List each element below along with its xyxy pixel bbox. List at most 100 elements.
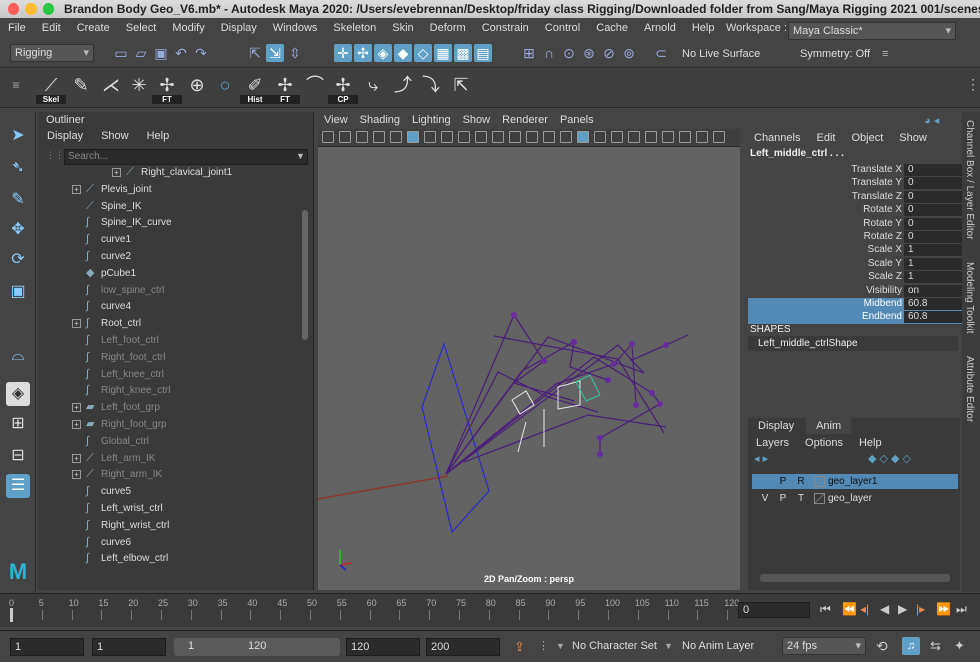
shelf-menu-icon[interactable]: ≡ (8, 74, 24, 104)
constraint-button[interactable]: ⤷ (358, 74, 388, 104)
menu-cache[interactable]: Cache (588, 22, 636, 34)
channel-row[interactable]: Rotate Z0 (748, 231, 962, 244)
single-view-icon[interactable]: ◈ (6, 382, 30, 406)
channel-value-field[interactable]: 60.8 (904, 311, 962, 324)
layer-row[interactable]: V P Tgeo_layer (752, 491, 958, 506)
fps-dropdown[interactable]: 24 fps (782, 637, 866, 655)
smooth-shade-icon[interactable] (560, 131, 572, 143)
channel-name[interactable]: Visibility (866, 285, 902, 296)
snap-grid-icon[interactable]: ⊞ (520, 44, 538, 62)
outliner-item[interactable]: ∫ curve1 (52, 231, 312, 248)
tab-modeling-toolkit[interactable]: Modeling Toolkit (964, 262, 975, 334)
channel-row[interactable]: Scale X1 (748, 244, 962, 257)
select-rendering-icon[interactable]: ▩ (454, 44, 472, 62)
go-to-end-icon[interactable]: ⏭ (956, 602, 967, 617)
select-surface-icon[interactable]: ◆ (394, 44, 412, 62)
camera-attr-icon[interactable] (322, 131, 334, 143)
playback-toggle[interactable]: P (776, 474, 790, 489)
channel-value-field[interactable]: 0 (904, 190, 962, 203)
outliner-scrollbar[interactable] (302, 210, 308, 340)
expand-icon[interactable]: + (72, 319, 81, 329)
ao-icon[interactable] (679, 131, 691, 143)
move-tool-icon[interactable]: ✥ (6, 218, 30, 242)
zoom-window-button[interactable] (42, 3, 55, 15)
select-dynamics-icon[interactable]: ▦ (434, 44, 452, 62)
select-misc-icon[interactable]: ▤ (474, 44, 492, 62)
channel-row[interactable]: Rotate Y0 (748, 217, 962, 231)
outliner-item[interactable]: + ⟋ Plevis_joint (52, 181, 312, 198)
outliner-menu-help[interactable]: Help (138, 128, 179, 144)
channel-name[interactable]: Scale X (868, 244, 902, 255)
channel-name[interactable]: Midbend (864, 298, 902, 309)
textured-icon[interactable] (577, 131, 589, 143)
menu-constrain[interactable]: Constrain (474, 22, 537, 34)
menu-help[interactable]: Help (684, 22, 723, 34)
selected-object-name[interactable]: Left_middle_ctrl . . . (750, 148, 844, 159)
outliner-tree[interactable]: + ⟋ Right_clavical_joint1 + ⟋ Plevis_joint ⟋ Sp… (52, 164, 312, 584)
scale-tool-icon[interactable]: ▣ (6, 280, 30, 304)
outliner-layout-icon[interactable]: ☰ (6, 474, 30, 498)
viewport-menu-panels[interactable]: Panels (554, 112, 600, 129)
menu-file[interactable]: File (0, 22, 34, 34)
expand-icon[interactable]: + (112, 168, 121, 177)
isolate-icon[interactable] (628, 131, 640, 143)
step-back-key-icon[interactable]: ⏪ (842, 602, 857, 616)
channel-row[interactable]: Scale Y1 (748, 257, 962, 271)
magnet-icon[interactable]: ⊂ (652, 44, 670, 62)
channel-row[interactable]: Visibility on (748, 284, 962, 298)
auto-key-icon[interactable]: ⇪ (514, 639, 525, 655)
display-type-toggle[interactable]: R (794, 474, 808, 489)
expand-icon[interactable]: + (72, 453, 81, 463)
character-set-dropdown-icon[interactable]: ▼ (556, 641, 565, 651)
select-deformer-icon[interactable]: ◇ (414, 44, 432, 62)
channel-row[interactable]: Scale Z1 (748, 271, 962, 284)
view-options-icon[interactable]: ≡ (882, 48, 888, 60)
outliner-item[interactable]: ∫ low_spine_ctrl (52, 282, 312, 299)
layer-name[interactable]: geo_layer (828, 491, 872, 506)
outliner-item[interactable]: ∫ curve2 (52, 248, 312, 265)
symmetry-label[interactable]: Symmetry: Off (800, 48, 870, 60)
freeze-transforms-button-2[interactable]: ✢ FT (270, 74, 300, 104)
outliner-item[interactable]: ∫ curve6 (52, 534, 312, 551)
channel-value-field[interactable]: 1 (904, 271, 962, 284)
range-bar[interactable]: 1 120 (174, 638, 340, 656)
select-handle-icon[interactable]: ✛ (334, 44, 352, 62)
key-options-icon[interactable]: ⋮ (538, 639, 549, 652)
redo-icon[interactable]: ↷ (192, 44, 210, 62)
select-by-object-icon[interactable]: ⇲ (266, 44, 284, 62)
outliner-item[interactable]: + ⟋ Right_clavical_joint1 (92, 164, 312, 181)
go-to-start-icon[interactable]: ⏮ (820, 602, 831, 617)
layer-tab-display[interactable]: Display (748, 418, 805, 434)
menu-modify[interactable]: Modify (164, 22, 212, 34)
menu-skeleton[interactable]: Skeleton (325, 22, 384, 34)
menu-edit[interactable]: Edit (34, 22, 69, 34)
channelbox-menu-object[interactable]: Object (843, 130, 891, 146)
play-backward-icon[interactable]: ◀ (880, 602, 889, 616)
outliner-item[interactable]: ∫ Left_knee_ctrl (52, 366, 312, 383)
outliner-item[interactable]: ∫ Right_knee_ctrl (52, 382, 312, 399)
film-gate-icon[interactable] (441, 131, 453, 143)
live-surface-label[interactable]: No Live Surface (682, 48, 760, 60)
spine-control-curve[interactable] (421, 342, 490, 534)
channel-value-field[interactable]: 1 (904, 244, 962, 257)
grease-pencil-icon[interactable] (407, 131, 419, 143)
channel-row[interactable]: Endbend 60.8 (748, 311, 962, 325)
outliner-item[interactable]: ∫ Right_foot_ctrl (52, 349, 312, 366)
orient-constraint-button[interactable]: ⤵ (416, 74, 446, 104)
anim-layer-label[interactable]: No Anim Layer (682, 640, 754, 652)
grid-icon[interactable] (424, 131, 436, 143)
channel-value-field[interactable]: 60.8 (904, 298, 962, 310)
outliner-item[interactable]: + ∫ Root_ctrl (52, 315, 312, 332)
select-tool-icon[interactable]: ➤ (6, 124, 30, 148)
layer-menu-layers[interactable]: Layers (748, 435, 797, 451)
outliner-filter-icon[interactable]: ⋮⋮ (46, 150, 64, 161)
freeze-transforms-button[interactable]: ✢ FT (152, 74, 182, 104)
expand-icon[interactable]: + (72, 420, 81, 429)
step-forward-key-icon[interactable]: ⏩ (936, 602, 951, 616)
two-view-icon[interactable]: ⊟ (6, 444, 30, 468)
outliner-item[interactable]: ◆ pCube1 (52, 265, 312, 282)
viewport-menu-show[interactable]: Show (457, 112, 497, 129)
select-curve-icon[interactable]: ◈ (374, 44, 392, 62)
safe-action-icon[interactable] (509, 131, 521, 143)
menu-deform[interactable]: Deform (422, 22, 474, 34)
